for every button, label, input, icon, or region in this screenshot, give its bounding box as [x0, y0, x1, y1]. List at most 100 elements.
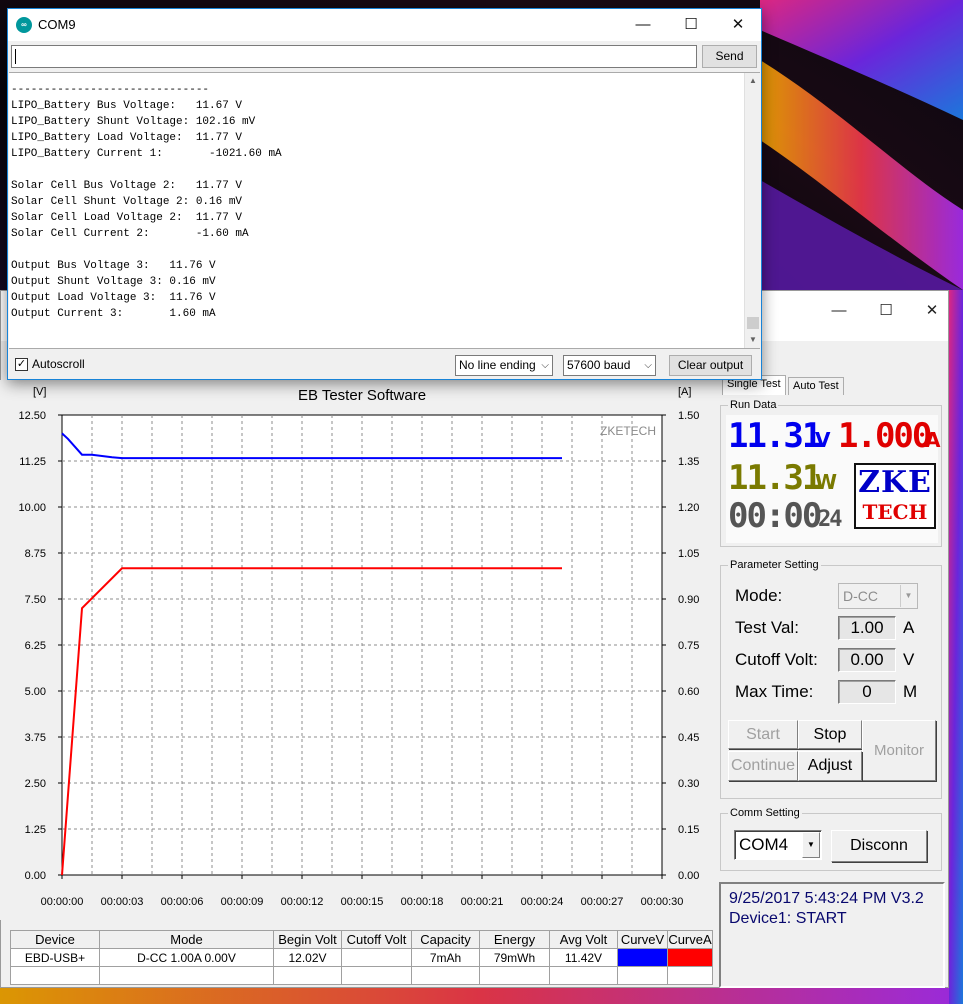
test-val-unit: A [903, 618, 915, 637]
maximize-icon[interactable]: ☐ [668, 11, 714, 39]
disconnect-button[interactable]: Disconn [831, 830, 927, 862]
cell-energy: 79mWh [479, 948, 550, 967]
run-data-label: Run Data [728, 398, 779, 412]
col-avg-volt: Avg Volt [549, 930, 618, 949]
y-right-tick-label: 1.20 [678, 502, 699, 514]
serial-output-line: LIPO_Battery Shunt Voltage: 102.16 mV [11, 116, 256, 128]
send-button[interactable]: Send [702, 45, 757, 68]
x-tick-label: 00:00:12 [281, 896, 324, 908]
text-caret [15, 49, 16, 64]
test-val-field[interactable]: 1.00 [838, 616, 896, 640]
serial-output-line: Output Load Voltage 3: 11.76 V [11, 292, 216, 304]
serial-output-line: Solar Cell Current 2: -1.60 mA [11, 228, 249, 240]
y-right-tick-label: 0.00 [678, 870, 699, 882]
y-left-tick-label: 12.50 [18, 410, 46, 422]
zketech-logo: ZKE TECH [854, 463, 936, 529]
y-right-tick-label: 1.05 [678, 548, 699, 560]
empty-cell [273, 966, 342, 985]
serial-output-line: LIPO_Battery Current 1: -1021.60 mA [11, 148, 282, 160]
comm-setting-label: Comm Setting [728, 806, 802, 820]
serial-scrollbar[interactable]: ▲ ▼ [744, 73, 760, 348]
y-right-tick-label: 0.30 [678, 778, 699, 790]
comm-port-select[interactable]: COM4 ▼ [734, 830, 822, 860]
serial-output-line: Solar Cell Shunt Voltage 2: 0.16 mV [11, 196, 243, 208]
empty-cell [10, 966, 100, 985]
clear-output-button[interactable]: Clear output [669, 355, 752, 376]
autoscroll-checkbox[interactable]: ✓ [15, 358, 28, 371]
table-header-row: Device Mode Begin Volt Cutoff Volt Capac… [10, 930, 713, 949]
y-right-tick-label: 0.60 [678, 686, 699, 698]
current-readout: 1.000 [838, 416, 932, 456]
status-device: Device1: START [729, 910, 847, 927]
stop-button[interactable]: Stop [798, 720, 862, 749]
start-button[interactable]: Start [728, 720, 798, 749]
chart-title: EB Tester Software [298, 387, 426, 404]
scroll-up-icon[interactable]: ▲ [745, 73, 760, 89]
continue-button[interactable]: Continue [728, 751, 798, 781]
chart-watermark: ZKETECH [600, 424, 656, 438]
chevron-down-icon: ⌵ [541, 360, 549, 371]
scroll-down-icon[interactable]: ▼ [745, 332, 760, 348]
mode-select[interactable]: D-CC ▼ [838, 583, 918, 609]
results-table: Device Mode Begin Volt Cutoff Volt Capac… [10, 930, 713, 985]
line-ending-select[interactable]: No line ending ⌵ [455, 355, 553, 376]
empty-cell [99, 966, 274, 985]
adjust-button[interactable]: Adjust [798, 751, 862, 781]
x-tick-label: 00:00:09 [221, 896, 264, 908]
serial-titlebar: ∞ COM9 — ☐ ✕ [8, 9, 761, 41]
x-tick-label: 00:00:00 [41, 896, 84, 908]
col-capacity: Capacity [411, 930, 480, 949]
y-left-tick-label: 10.00 [18, 502, 46, 514]
serial-output-line: Output Bus Voltage 3: 11.76 V [11, 260, 216, 272]
col-cutoff-volt: Cutoff Volt [341, 930, 412, 949]
monitor-button[interactable]: Monitor [862, 720, 936, 781]
y-right-tick-label: 0.15 [678, 824, 699, 836]
serial-output-line: LIPO_Battery Load Voltage: 11.77 V [11, 132, 243, 144]
x-tick-label: 00:00:21 [461, 896, 504, 908]
y-right-tick-label: 0.90 [678, 594, 699, 606]
close-icon[interactable]: ✕ [909, 297, 955, 325]
empty-cell [341, 966, 412, 985]
col-begin-volt: Begin Volt [273, 930, 342, 949]
serial-output[interactable]: Output Current 3: 1.60 mA Output Load Vol… [9, 72, 760, 349]
cell-avg-volt: 11.42V [549, 948, 618, 967]
comm-port-value: COM4 [739, 835, 789, 854]
serial-send-input[interactable] [11, 45, 697, 68]
baud-rate-select[interactable]: 57600 baud ⌵ [563, 355, 656, 376]
current-unit: A [925, 428, 941, 452]
max-time-unit: M [903, 682, 918, 701]
y-left-tick-label: 5.00 [25, 686, 46, 698]
cell-mode: D-CC 1.00A 0.00V [99, 948, 274, 967]
minimize-icon[interactable]: — [620, 11, 666, 39]
table-row-empty [10, 966, 713, 985]
status-panel: 9/25/2017 5:43:24 PM V3.2 Device1: START [719, 882, 945, 988]
minimize-icon[interactable]: — [816, 297, 862, 325]
y-right-tick-label: 1.35 [678, 456, 699, 468]
cell-device: EBD-USB+ [10, 948, 100, 967]
x-tick-label: 00:00:03 [101, 896, 144, 908]
tab-auto-test[interactable]: Auto Test [788, 377, 844, 395]
table-row[interactable]: EBD-USB+ D-CC 1.00A 0.00V 12.02V 7mAh 79… [10, 948, 713, 967]
y-left-axis-label: [V] [33, 386, 46, 398]
scroll-thumb[interactable] [747, 317, 759, 329]
cell-curve-a-swatch[interactable] [667, 948, 713, 967]
max-time-field[interactable]: 0 [838, 680, 896, 704]
arduino-icon: ∞ [16, 17, 32, 33]
y-left-tick-label: 2.50 [25, 778, 46, 790]
cutoff-volt-field[interactable]: 0.00 [838, 648, 896, 672]
serial-output-line: ------------------------------ [11, 84, 210, 96]
y-left-tick-label: 8.75 [25, 548, 46, 560]
autoscroll-label: Autoscroll [32, 357, 85, 371]
close-icon[interactable]: ✕ [715, 11, 761, 39]
empty-cell [667, 966, 713, 985]
empty-cell [549, 966, 618, 985]
chevron-down-icon: ⌵ [644, 360, 652, 371]
maximize-icon[interactable]: ☐ [863, 297, 909, 325]
empty-cell [411, 966, 480, 985]
serial-output-line: Solar Cell Bus Voltage 2: 11.77 V [11, 180, 243, 192]
cell-curve-v-swatch[interactable] [617, 948, 668, 967]
y-left-tick-label: 7.50 [25, 594, 46, 606]
power-readout: 11.31 [728, 458, 822, 498]
serial-output-line: Output Shunt Voltage 3: 0.16 mV [11, 276, 216, 288]
elapsed-time-readout: 00:00 [728, 496, 822, 536]
